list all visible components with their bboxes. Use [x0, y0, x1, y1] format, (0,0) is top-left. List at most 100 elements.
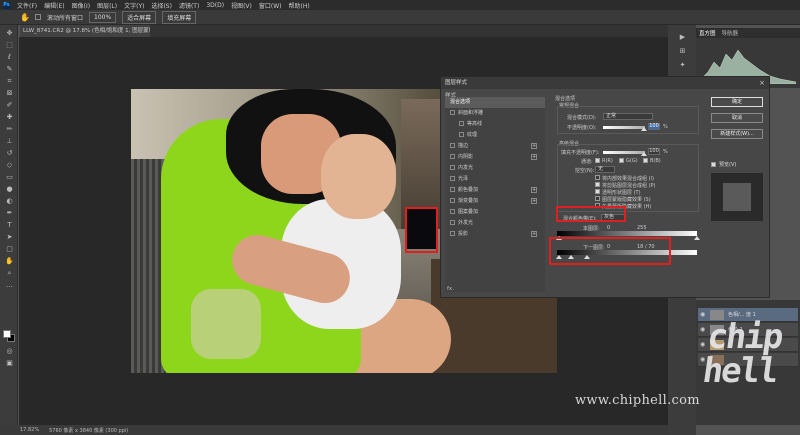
preview-checkbox[interactable]	[711, 162, 716, 167]
scroll-all-checkbox[interactable]	[35, 14, 41, 20]
opacity-slider-knob[interactable]	[641, 127, 647, 131]
fit-screen-button[interactable]: 适合屏幕	[122, 10, 157, 24]
adv-option-checkbox[interactable]	[595, 189, 600, 194]
channel-r-checkbox[interactable]	[595, 158, 600, 163]
style-item-inner-shadow[interactable]: 内阴影 +	[445, 152, 545, 163]
add-color-overlay-icon[interactable]: +	[531, 187, 537, 193]
path-select-icon[interactable]: ➤	[5, 233, 14, 241]
opacity-label: 不透明度(O):	[567, 125, 597, 131]
style-item-stroke[interactable]: 描边 +	[445, 141, 545, 152]
quick-mask-icon[interactable]: ◎	[5, 347, 14, 355]
add-drop-shadow-icon[interactable]: +	[531, 231, 537, 237]
fill-screen-button[interactable]: 填充屏幕	[162, 10, 197, 24]
style-item-contour[interactable]: 等高线	[445, 119, 545, 130]
fx-icon[interactable]: fx.	[447, 286, 454, 292]
highlight-box-dark-area	[405, 207, 438, 253]
menu-type[interactable]: 文字(Y)	[124, 1, 144, 10]
adv-option-checkbox[interactable]	[595, 182, 600, 187]
blend-mode-dropdown[interactable]: 正常	[603, 113, 653, 120]
menu-window[interactable]: 窗口(W)	[259, 1, 282, 10]
eye-icon[interactable]: ◉	[700, 311, 705, 318]
zoom-100-button[interactable]: 100%	[89, 11, 117, 23]
type-tool-icon[interactable]: T	[5, 221, 14, 229]
rectangle-tool-icon[interactable]: ▢	[5, 245, 14, 253]
play-icon[interactable]: ▶	[678, 33, 687, 41]
menu-file[interactable]: 文件(F)	[17, 1, 37, 10]
fill-opacity-input[interactable]: 100	[648, 148, 660, 155]
style-item-gradient-overlay[interactable]: 渐变叠加 +	[445, 196, 545, 207]
style-item-texture[interactable]: 纹理	[445, 130, 545, 141]
eye-icon[interactable]: ◉	[700, 326, 705, 333]
style-item-pattern-overlay[interactable]: 图案叠加	[445, 207, 545, 218]
fill-opacity-slider[interactable]	[603, 151, 645, 154]
move-tool-icon[interactable]: ✥	[5, 29, 14, 37]
adjustments-icon[interactable]: ✦	[678, 61, 687, 69]
menu-filter[interactable]: 滤镜(T)	[179, 1, 199, 10]
crop-tool-icon[interactable]: ⌗	[5, 77, 14, 85]
properties-icon[interactable]: ⊞	[678, 47, 687, 55]
style-item-drop-shadow[interactable]: 投影 +	[445, 229, 545, 240]
styles-list: 混合选项 斜面和浮雕 等高线 纹理 描边 + 内阴影 + 内发光 光泽 颜色叠加 + …	[445, 97, 545, 292]
eye-icon[interactable]: ◉	[700, 341, 705, 348]
style-item-color-overlay[interactable]: 颜色叠加 +	[445, 185, 545, 196]
quick-select-tool-icon[interactable]: ✎	[5, 65, 14, 73]
style-item-blending-options[interactable]: 混合选项	[445, 97, 545, 108]
eraser-tool-icon[interactable]: ◇	[5, 161, 14, 169]
history-brush-icon[interactable]: ↺	[5, 149, 14, 157]
healing-brush-icon[interactable]: ✚	[5, 113, 14, 121]
hand-tool-icon[interactable]: ✋	[20, 13, 30, 22]
zoom-readout[interactable]: 17.82%	[20, 427, 39, 433]
tab-histogram[interactable]: 直方图	[699, 29, 716, 37]
close-icon[interactable]: ×	[759, 77, 765, 89]
fill-opacity-slider-knob[interactable]	[641, 152, 647, 156]
style-item-inner-glow[interactable]: 内发光	[445, 163, 545, 174]
chiphell-logo: chip hell	[700, 317, 785, 391]
fill-opacity-label: 填充不透明度(F):	[561, 150, 600, 156]
adv-option-label: 透明形状图层 (T)	[602, 190, 641, 196]
menu-layer[interactable]: 图层(L)	[97, 1, 117, 10]
blur-tool-icon[interactable]: ●	[5, 185, 14, 193]
channel-g-checkbox[interactable]	[619, 158, 624, 163]
hand-tool-icon[interactable]: ✋	[5, 257, 14, 265]
style-item-satin[interactable]: 光泽	[445, 174, 545, 185]
adv-option-checkbox[interactable]	[595, 196, 600, 201]
eyedropper-tool-icon[interactable]: ✐	[5, 101, 14, 109]
gradient-tool-icon[interactable]: ▭	[5, 173, 14, 181]
opacity-slider[interactable]	[603, 126, 645, 129]
highlight-box-blend-if	[556, 206, 626, 222]
menu-view[interactable]: 视图(V)	[231, 1, 252, 10]
add-gradient-overlay-icon[interactable]: +	[531, 198, 537, 204]
style-item-bevel-emboss[interactable]: 斜面和浮雕	[445, 108, 545, 119]
preview-checkbox-row[interactable]: 预览(V)	[711, 161, 736, 168]
document-tab[interactable]: LLW_8741.CR2 @ 17.8% (色相/饱和度 1, 图层蒙版/16)…	[20, 25, 150, 37]
menu-3d[interactable]: 3D(D)	[206, 2, 224, 9]
dodge-tool-icon[interactable]: ◐	[5, 197, 14, 205]
brush-tool-icon[interactable]: ✏	[5, 125, 14, 133]
zoom-tool-icon[interactable]: ⌕	[5, 269, 14, 277]
pen-tool-icon[interactable]: ✒	[5, 209, 14, 217]
foreground-color-swatch[interactable]	[3, 330, 11, 338]
menu-select[interactable]: 选择(S)	[151, 1, 172, 10]
more-tools-icon[interactable]: …	[5, 281, 14, 289]
menu-image[interactable]: 图像(I)	[72, 1, 90, 10]
add-stroke-icon[interactable]: +	[531, 143, 537, 149]
cancel-button[interactable]: 取消	[711, 113, 763, 123]
menu-help[interactable]: 帮助(H)	[289, 1, 310, 10]
lasso-tool-icon[interactable]: ℓ	[5, 53, 14, 61]
ok-button[interactable]: 确定	[711, 97, 763, 107]
add-inner-shadow-icon[interactable]: +	[531, 154, 537, 160]
opacity-input[interactable]: 100	[648, 123, 660, 130]
adv-option-checkbox[interactable]	[595, 175, 600, 180]
tab-navigator[interactable]: 导航器	[722, 29, 739, 37]
marquee-tool-icon[interactable]: ⬚	[5, 41, 14, 49]
fill-opacity-percent: %	[663, 149, 668, 155]
knockout-dropdown[interactable]: 无	[595, 166, 615, 173]
style-item-outer-glow[interactable]: 外发光	[445, 218, 545, 229]
clone-stamp-icon[interactable]: ⊥	[5, 137, 14, 145]
new-style-button[interactable]: 新建样式(W)...	[711, 129, 763, 139]
frame-tool-icon[interactable]: ⊠	[5, 89, 14, 97]
menu-edit[interactable]: 编辑(E)	[44, 1, 64, 10]
this-layer-right-knob[interactable]	[694, 236, 700, 240]
screen-mode-icon[interactable]: ▣	[5, 359, 14, 367]
channel-b-checkbox[interactable]	[643, 158, 648, 163]
